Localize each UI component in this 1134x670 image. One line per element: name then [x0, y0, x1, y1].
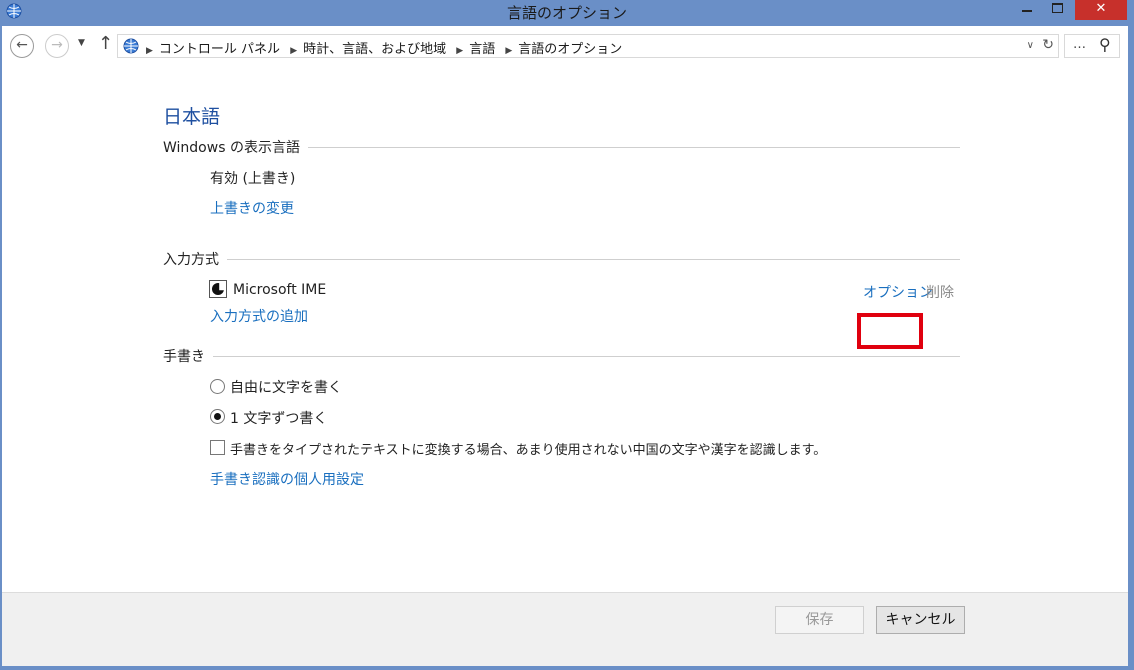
breadcrumb-separator-icon: ▶	[505, 46, 513, 56]
rare-characters-label: 手書きをタイプされたテキストに変換する場合、あまり使用されない中国の文字や漢字を…	[230, 443, 827, 458]
radio-freeform[interactable]	[210, 379, 225, 394]
minimize-button[interactable]	[1014, 0, 1040, 20]
divider	[227, 258, 960, 260]
breadcrumb-item-language-options[interactable]: 言語のオプション	[518, 42, 622, 57]
radio-single-character[interactable]	[210, 409, 225, 424]
breadcrumb: ▶ コントロール パネル ▶ 時計、言語、および地域 ▶ 言語 ▶ 言語のオプション	[146, 38, 628, 57]
change-override-link[interactable]: 上書きの変更	[210, 198, 294, 218]
address-bar[interactable]: ▶ コントロール パネル ▶ 時計、言語、および地域 ▶ 言語 ▶ 言語のオプション ∨…	[117, 34, 1059, 58]
page-title: 日本語	[163, 106, 221, 128]
search-input[interactable]: …	[1073, 37, 1086, 52]
breadcrumb-item-language[interactable]: 言語	[469, 42, 495, 57]
back-button[interactable]: ←	[10, 34, 34, 58]
title-bar: 言語のオプション ✕	[0, 0, 1134, 26]
footer-bar: 保存 キャンセル	[2, 592, 1128, 666]
ime-options-link[interactable]: オプション	[863, 282, 933, 302]
cancel-button[interactable]: キャンセル	[876, 606, 965, 634]
breadcrumb-item-clock-language-region[interactable]: 時計、言語、および地域	[303, 42, 446, 57]
window-client: ← → ▼ ↑ ▶ コントロール パネル ▶ 時計、言語、および地域 ▶ 言語 ▶ 言語…	[2, 26, 1128, 666]
radio-freeform-label: 自由に文字を書く	[230, 380, 342, 396]
ime-remove-link[interactable]: 削除	[926, 282, 954, 302]
search-icon[interactable]: ⚲	[1099, 35, 1111, 54]
display-language-section-header: Windows の表示言語	[163, 137, 960, 157]
save-button[interactable]: 保存	[775, 606, 864, 634]
search-box[interactable]: … ⚲	[1064, 34, 1120, 58]
personalize-handwriting-link[interactable]: 手書き認識の個人用設定	[210, 469, 364, 489]
recent-locations-chevron-icon[interactable]: ▼	[78, 38, 85, 48]
close-button[interactable]: ✕	[1075, 0, 1127, 20]
add-input-method-link[interactable]: 入力方式の追加	[210, 306, 308, 326]
input-method-section-header: 入力方式	[163, 249, 960, 269]
display-language-status: 有効 (上書き)	[210, 171, 296, 187]
breadcrumb-separator-icon: ▶	[456, 46, 464, 56]
divider	[213, 355, 960, 357]
section-heading: 入力方式	[163, 252, 219, 268]
radio-single-character-label: 1 文字ずつ書く	[230, 411, 328, 427]
window-title: 言語のオプション	[506, 4, 627, 22]
forward-button[interactable]: →	[45, 34, 69, 58]
breadcrumb-item-control-panel[interactable]: コントロール パネル	[159, 42, 280, 57]
divider	[307, 146, 960, 148]
highlight-box	[857, 313, 923, 349]
breadcrumb-separator-icon: ▶	[290, 46, 298, 56]
maximize-button[interactable]	[1044, 0, 1070, 20]
section-heading: 手書き	[163, 349, 205, 365]
up-button[interactable]: ↑	[98, 33, 113, 54]
section-heading: Windows の表示言語	[163, 140, 300, 156]
address-dropdown-chevron-icon[interactable]: ∨	[1027, 40, 1034, 51]
ime-name: Microsoft IME	[233, 282, 327, 298]
handwriting-section-header: 手書き	[163, 346, 960, 366]
main-content: 日本語 Windows の表示言語 有効 (上書き) 上書きの変更 入力方式 M…	[2, 66, 1128, 592]
refresh-icon[interactable]: ↻	[1042, 37, 1054, 53]
navigation-bar: ← → ▼ ↑ ▶ コントロール パネル ▶ 時計、言語、および地域 ▶ 言語 ▶ 言語…	[2, 26, 1128, 66]
control-panel-globe-icon	[123, 38, 139, 54]
ime-icon	[209, 280, 227, 298]
breadcrumb-separator-icon: ▶	[146, 46, 153, 56]
rare-characters-checkbox[interactable]	[210, 440, 225, 455]
